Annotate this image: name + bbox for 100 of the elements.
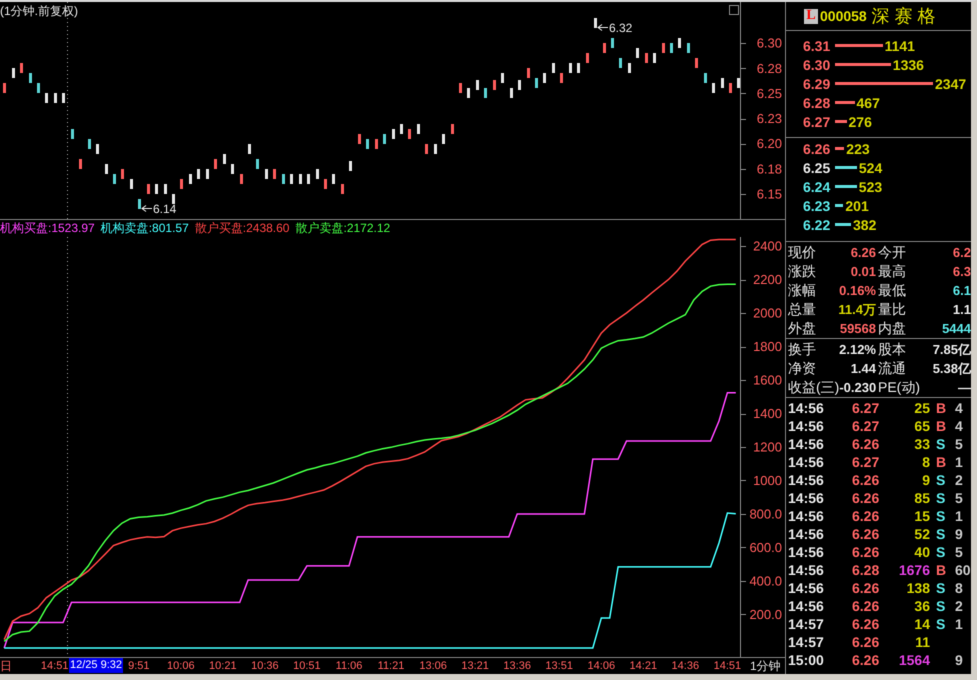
trade-volume: 25: [913, 400, 930, 416]
quote-label: 净资: [788, 360, 816, 378]
trade-volume: 1676: [898, 562, 930, 578]
trade-side: B: [935, 418, 948, 434]
axis-label: 2400: [753, 238, 782, 254]
trade-time: 14:56: [788, 454, 825, 470]
quote-value: 1.1: [952, 302, 971, 317]
axis-label: 1000: [753, 473, 782, 488]
trade-price: 6.27: [851, 454, 880, 470]
truncated-value: 5: [954, 544, 964, 560]
trade-time: 14:56: [788, 580, 825, 596]
time-label: 13:36: [503, 659, 531, 673]
order-price: 6.27: [803, 114, 832, 130]
time-label: 13:06: [419, 659, 447, 673]
trade-time: 14:56: [788, 490, 825, 506]
trade-price: 6.26: [851, 544, 880, 560]
quote-value: 6.1: [952, 283, 971, 298]
quote-value: 1.44: [850, 361, 876, 376]
axis-label: 6.30: [756, 36, 782, 51]
truncated-value: 9: [954, 652, 964, 668]
time-label: 13:51: [545, 659, 573, 673]
truncated-value: 1: [954, 454, 964, 470]
trade-price: 6.26: [851, 652, 880, 668]
trade-time: 15:00: [788, 652, 825, 668]
time-label: 14:51: [714, 659, 742, 673]
quote-value: 6.3: [952, 264, 971, 279]
order-volume: 1336: [892, 56, 924, 72]
legend-item: 机构卖盘:801.57: [100, 220, 189, 237]
trade-price: 6.26: [851, 472, 880, 488]
quote-value: 6.26: [850, 245, 876, 260]
order-price: 6.30: [803, 56, 832, 72]
trade-volume: 1564: [898, 652, 930, 668]
quote-value: 6.2: [952, 245, 971, 260]
order-price: 6.23: [803, 198, 832, 214]
order-volume: 382: [853, 216, 876, 232]
axis-label: 1800: [753, 339, 782, 354]
trade-price: 6.26: [851, 436, 880, 452]
order-volume: 524: [858, 160, 882, 176]
trade-volume: 33: [913, 436, 930, 452]
truncated-value: 5: [954, 490, 964, 506]
trade-side: S: [935, 472, 946, 488]
time-label: 14:51: [40, 659, 68, 673]
axis-label: 400.0: [749, 574, 782, 588]
quote-label: 收益(三): [788, 378, 840, 396]
trade-side: B: [935, 454, 948, 470]
truncated-value: 9: [954, 526, 964, 542]
axis-label: 2000: [753, 306, 782, 320]
trade-price: 6.26: [851, 634, 880, 650]
order-price: 6.31: [803, 38, 832, 54]
axis-label: 1400: [753, 406, 782, 421]
trade-time: 14:56: [788, 472, 825, 488]
order-volume: 2347: [935, 76, 966, 92]
truncated-value: 2: [954, 598, 964, 614]
quote-value: 7.85亿: [932, 340, 971, 358]
trade-time: 14:56: [788, 598, 825, 614]
axis-label: 6.15: [756, 186, 782, 202]
quote-label: 量比: [878, 300, 906, 318]
quote-label: PE(动): [878, 378, 920, 396]
cursor-time-label: 12/25 9:32: [69, 658, 123, 673]
quote-value: 5444: [941, 321, 971, 336]
time-label: 14:06: [588, 659, 616, 673]
trade-volume: 40: [913, 544, 930, 560]
trade-price: 6.26: [851, 598, 880, 614]
quote-value: 0.01: [850, 264, 876, 279]
trade-volume: 36: [913, 598, 930, 614]
axis-label: 6.28: [756, 60, 782, 76]
stock-code: 000058: [820, 8, 867, 24]
trade-volume: 14: [913, 616, 930, 632]
axis-label: 6.25: [756, 86, 782, 101]
time-label: 日: [0, 659, 12, 673]
quote-label: 内盘: [878, 320, 906, 338]
order-price: 6.22: [803, 216, 832, 232]
time-label: 14:21: [630, 659, 658, 673]
quote-value: 59568: [838, 321, 876, 336]
trade-time: 14:56: [788, 508, 825, 524]
trade-volume: 65: [913, 418, 930, 434]
trade-time: 14:56: [788, 544, 825, 560]
legend-item: 散户买盘:2438.60: [194, 220, 290, 237]
trade-volume: 8: [921, 454, 930, 470]
quote-label: 今开: [878, 244, 906, 262]
axis-label: 1200: [753, 440, 782, 454]
quote-label: 外盘: [788, 320, 816, 338]
time-label: 9:51: [128, 659, 150, 673]
trade-side: S: [935, 598, 946, 614]
trade-volume: 11: [914, 634, 930, 650]
truncated-value: 1: [954, 508, 964, 524]
trade-volume: 138: [906, 580, 930, 596]
axis-label: 600.0: [749, 540, 782, 555]
truncated-value: 2: [954, 472, 964, 488]
axis-label: 800.0: [749, 506, 782, 522]
order-volume: 276: [848, 114, 872, 130]
trade-price: 6.26: [851, 616, 880, 632]
order-volume: 523: [858, 178, 882, 194]
time-label: 10:21: [209, 659, 237, 673]
truncated-value: 4: [954, 418, 964, 434]
trade-price: 6.27: [851, 400, 880, 416]
axis-label: 6.23: [756, 111, 782, 126]
order-price: 6.29: [803, 76, 832, 92]
quote-label: 现价: [788, 244, 816, 262]
quote-label: 总量: [788, 300, 816, 318]
